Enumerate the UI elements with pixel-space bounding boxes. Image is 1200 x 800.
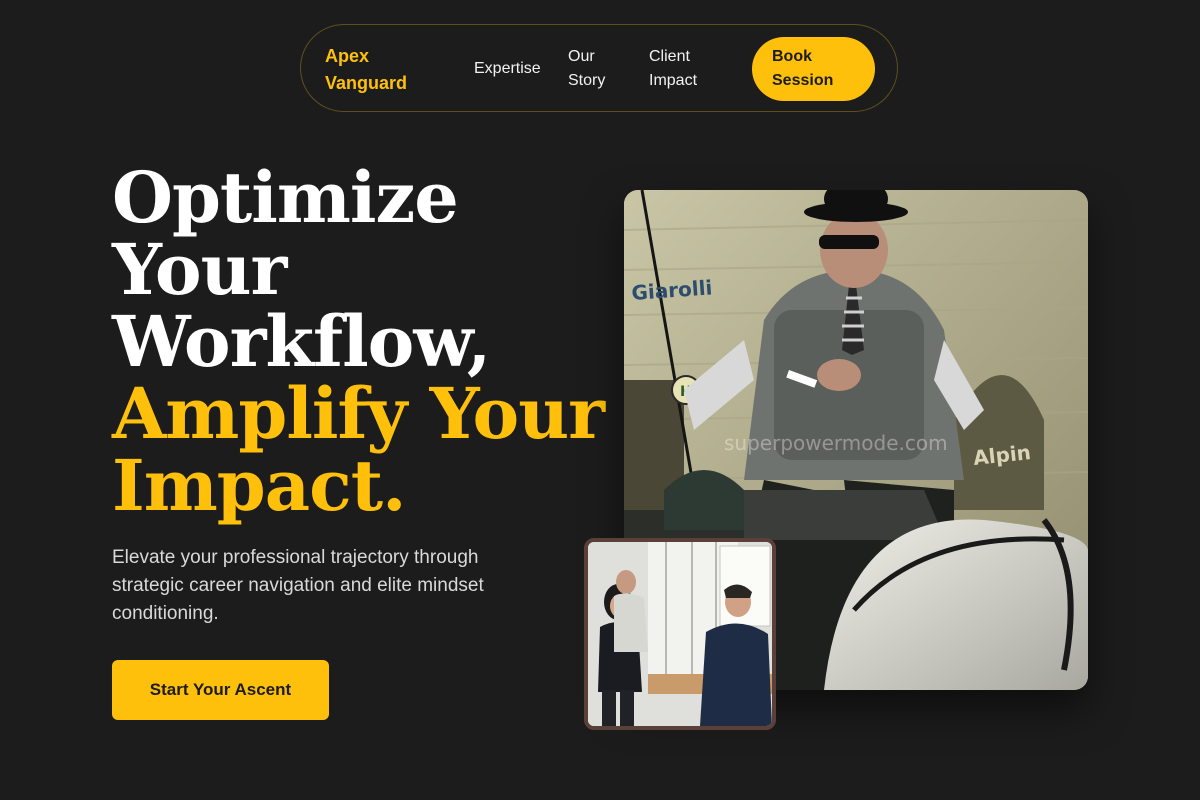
hero-title-accent-line: Amplify Your xyxy=(112,372,605,455)
brand-logo[interactable]: Apex Vanguard xyxy=(325,43,435,97)
hero-title-line: Your xyxy=(112,228,287,311)
office-meeting-photo xyxy=(588,542,772,726)
start-ascent-button[interactable]: Start Your Ascent xyxy=(112,660,329,720)
hero-title-line: Workflow, xyxy=(112,300,491,383)
hero-title: Optimize Your Workflow, Amplify Your Imp… xyxy=(112,156,605,527)
hero-title-accent-line: Impact. xyxy=(112,444,406,527)
hero-subtitle: Elevate your professional trajectory thr… xyxy=(112,547,484,624)
book-session-button[interactable]: Book Session xyxy=(752,37,875,101)
nav-link-our-story[interactable]: Our Story xyxy=(568,45,628,93)
image-watermark: superpowermode.com xyxy=(724,431,948,455)
top-nav: Apex Vanguard Expertise Our Story Client… xyxy=(300,24,898,112)
hero-secondary-image xyxy=(584,538,776,730)
nav-link-expertise[interactable]: Expertise xyxy=(474,57,541,81)
hero-title-line: Optimize xyxy=(112,156,459,239)
nav-link-client-impact[interactable]: Client Impact xyxy=(649,45,719,93)
